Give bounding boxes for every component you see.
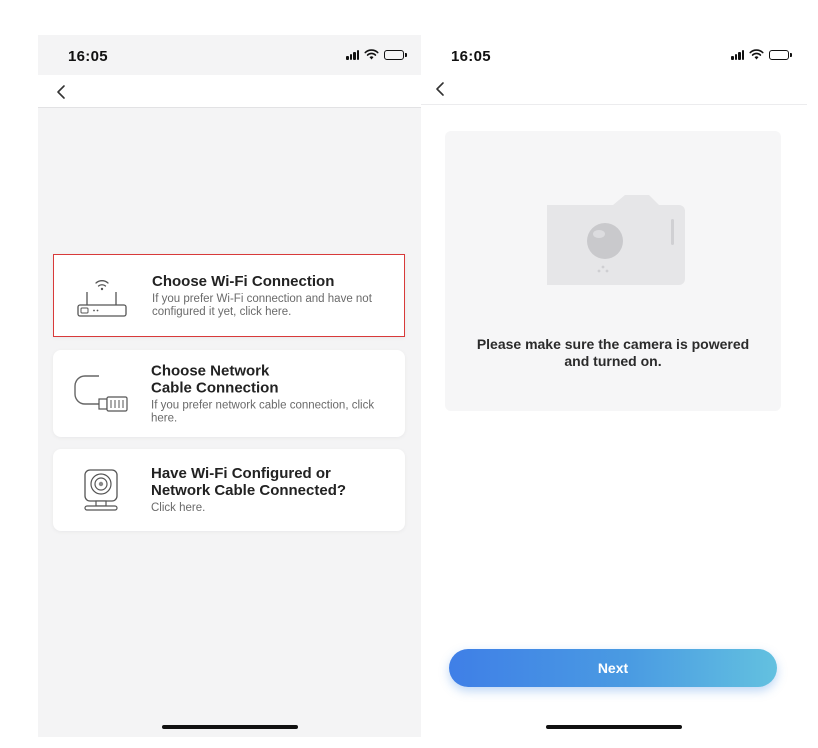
home-indicator bbox=[162, 725, 298, 729]
already-configured-option-text: Have Wi-Fi Configured or Network Cable C… bbox=[151, 465, 393, 515]
wifi-option-title: Choose Wi-Fi Connection bbox=[152, 272, 335, 290]
camera-power-icon bbox=[547, 195, 685, 285]
status-icons bbox=[346, 49, 407, 60]
network-cable-option-text: Choose Network Cable Connection If you p… bbox=[151, 362, 393, 425]
wifi-status-icon bbox=[749, 49, 764, 60]
network-cable-icon bbox=[74, 374, 128, 412]
network-cable-option-title: Choose Network Cable Connection bbox=[151, 362, 279, 396]
wifi-status-icon bbox=[364, 49, 379, 60]
already-configured-option-title: Have Wi-Fi Configured or Network Cable C… bbox=[151, 465, 347, 499]
back-button[interactable] bbox=[48, 79, 74, 105]
wifi-connection-option[interactable]: Choose Wi-Fi Connection If you prefer Wi… bbox=[53, 254, 405, 337]
router-icon bbox=[77, 279, 127, 317]
camera-illustration-panel: Please make sure the camera is powered a… bbox=[445, 131, 781, 411]
network-cable-option[interactable]: Choose Network Cable Connection If you p… bbox=[53, 350, 405, 437]
cellular-signal-icon bbox=[731, 49, 744, 60]
navigation-bar bbox=[421, 72, 807, 105]
status-time: 16:05 bbox=[451, 48, 491, 65]
next-button[interactable]: Next bbox=[449, 649, 777, 687]
status-bar: 16:05 bbox=[38, 35, 422, 75]
back-button[interactable] bbox=[427, 76, 453, 102]
power-on-camera-screen: 16:05 Please make sure the camera is pow… bbox=[421, 35, 807, 737]
status-icons bbox=[731, 49, 792, 60]
already-configured-option[interactable]: Have Wi-Fi Configured or Network Cable C… bbox=[53, 449, 405, 531]
battery-icon bbox=[769, 49, 792, 60]
network-cable-option-description: If you prefer network cable connection, … bbox=[151, 399, 375, 424]
chevron-left-icon bbox=[57, 85, 65, 99]
camera-power-hint: Please make sure the camera is powered a… bbox=[476, 336, 750, 369]
already-configured-option-description: Click here. bbox=[151, 502, 206, 514]
connection-method-screen: 16:05 Choose Wi-Fi Connection If you pre… bbox=[38, 35, 422, 737]
battery-icon bbox=[384, 49, 407, 60]
navigation-bar bbox=[38, 75, 422, 108]
wifi-option-description: If you prefer Wi-Fi connection and have … bbox=[152, 292, 372, 318]
camera-device-icon bbox=[84, 469, 118, 511]
status-bar: 16:05 bbox=[421, 35, 807, 75]
wifi-option-text: Choose Wi-Fi Connection If you prefer Wi… bbox=[152, 273, 392, 319]
cellular-signal-icon bbox=[346, 49, 359, 60]
home-indicator bbox=[546, 725, 682, 729]
chevron-left-icon bbox=[436, 82, 444, 96]
status-time: 16:05 bbox=[68, 48, 108, 65]
